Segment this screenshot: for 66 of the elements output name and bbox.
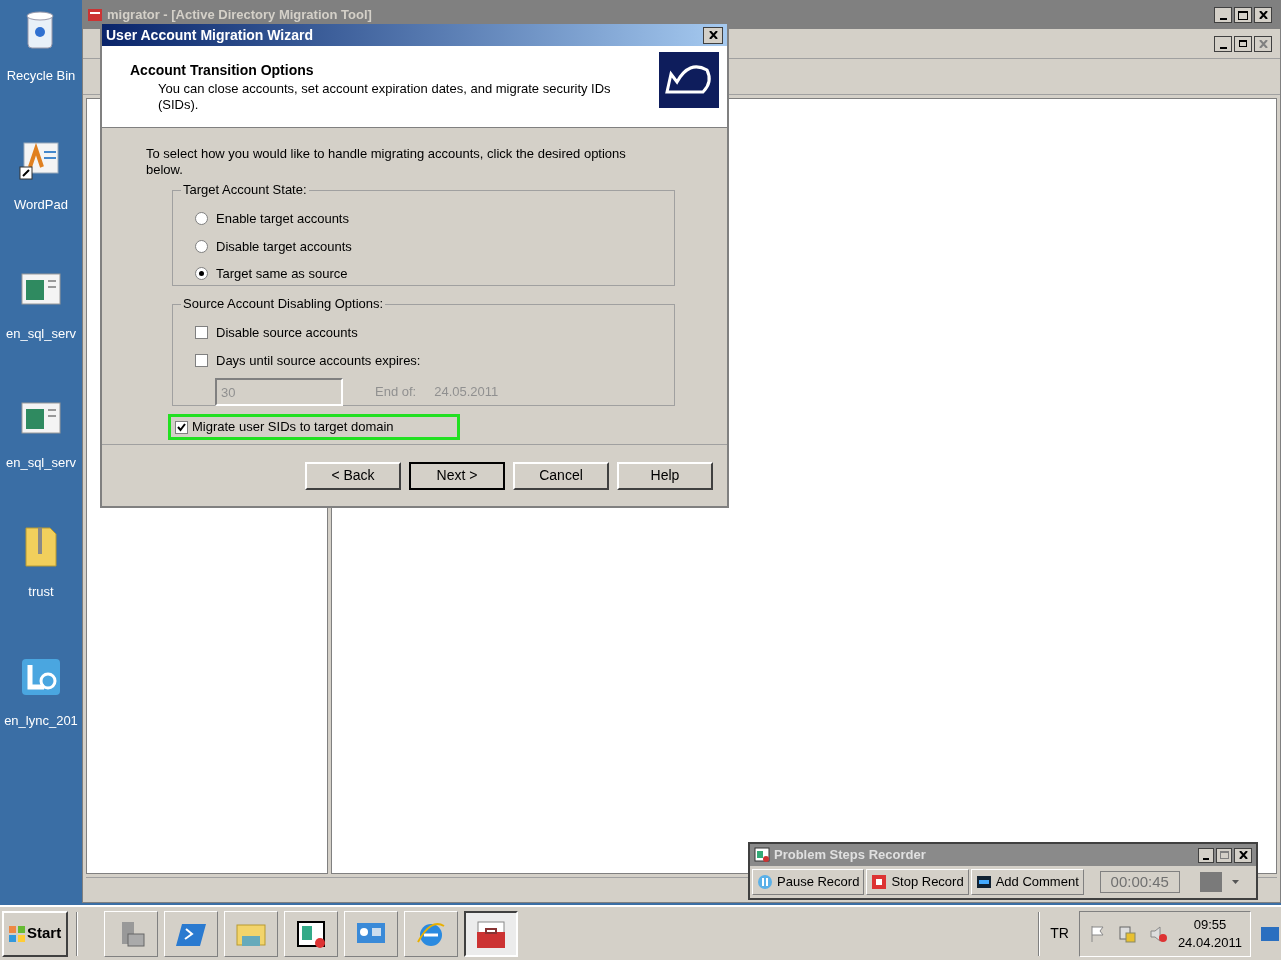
close-icon	[1258, 11, 1268, 19]
wizard-button[interactable]: Help	[617, 461, 713, 490]
icon-label[interactable]: en_lync_201	[4, 711, 78, 731]
close-icon	[1238, 851, 1248, 859]
close-button[interactable]	[1254, 7, 1272, 23]
checkbox[interactable]	[195, 326, 208, 340]
dialog-title: User Account Migration Wizard	[106, 25, 315, 45]
checkbox[interactable]	[195, 353, 208, 367]
language-indicator[interactable]: TR	[1050, 923, 1069, 944]
option-label: Target same as source	[216, 265, 348, 283]
stop-icon	[871, 874, 888, 890]
wizard-button[interactable]: < Back	[305, 461, 401, 490]
group-label: Source Account Disabling Options:	[181, 296, 386, 312]
radio-button[interactable]	[195, 239, 208, 253]
checkbox[interactable]	[175, 420, 188, 434]
minimize-button[interactable]	[1198, 847, 1214, 863]
app-icon	[87, 7, 103, 23]
option-label: Disable target accounts	[216, 237, 352, 256]
start-button[interactable]: Start	[2, 910, 68, 957]
icon-label[interactable]: Recycle Bin	[6, 66, 76, 86]
close-button[interactable]	[703, 26, 723, 44]
minimize-button[interactable]	[1214, 7, 1232, 23]
window-title: migrator - [Active Directory Migration Tool]	[107, 6, 373, 25]
recorder-button[interactable]: Add Comment	[970, 869, 1084, 895]
close-icon	[1258, 39, 1268, 48]
dropdown-arrow-icon[interactable]	[1231, 880, 1239, 884]
icon-label[interactable]: WordPad	[14, 195, 68, 215]
minimize-button[interactable]	[1214, 35, 1232, 52]
pause-icon	[757, 874, 773, 890]
option-label: Enable target accounts	[216, 210, 349, 228]
close-button[interactable]	[1234, 847, 1252, 863]
arrow-logo-icon	[659, 52, 719, 108]
close-button[interactable]	[1254, 35, 1272, 52]
restore-button[interactable]	[1234, 35, 1252, 52]
icon-label[interactable]: trust	[28, 582, 54, 602]
option-label: Days until source accounts expires:	[216, 351, 421, 370]
page-description: You can close accounts, set account expiration dates, and migrate security IDs (SIDs).	[157, 81, 612, 113]
icon-label[interactable]: en_sql_serv	[5, 324, 77, 344]
maximize-button[interactable]	[1216, 847, 1232, 863]
group-label: Target Account State:	[181, 182, 309, 198]
close-icon	[708, 31, 718, 39]
windows-logo-icon	[8, 924, 26, 943]
timer-display: 00:00:45	[1099, 871, 1180, 893]
show-desktop-icon[interactable]	[1261, 926, 1279, 941]
recorder-button[interactable]: Stop Record	[866, 869, 969, 895]
recorder-icon	[754, 847, 770, 863]
option-label: Disable source accounts	[216, 324, 358, 342]
end-date: 24.05.2011	[434, 383, 499, 402]
maximize-button[interactable]	[1234, 7, 1252, 23]
comment-icon	[975, 874, 992, 890]
option-label: Migrate user SIDs to target domain	[192, 418, 394, 437]
end-of-label: End of:	[375, 383, 417, 402]
clock-date[interactable]: 24.04.2011	[1177, 933, 1242, 952]
wizard-button[interactable]: Next >	[409, 461, 505, 490]
taskbar-button[interactable]	[464, 910, 518, 957]
recorder-button[interactable]: Pause Record	[752, 869, 865, 895]
speaker-muted-icon[interactable]	[1147, 923, 1168, 944]
window-title: Problem Steps Recorder	[774, 846, 927, 865]
wizard-button[interactable]: Cancel	[513, 461, 609, 490]
clock-time[interactable]: 09:55	[1193, 915, 1227, 934]
radio-button[interactable]	[195, 212, 208, 226]
instructions-text: To select how you would like to handle migrating accounts, click the desired options below.	[146, 146, 627, 178]
color-swatch	[1199, 872, 1222, 892]
icon-label[interactable]: en_sql_serv	[5, 453, 77, 473]
radio-button[interactable]	[195, 267, 208, 281]
page-heading: Account Transition Options	[130, 61, 315, 80]
